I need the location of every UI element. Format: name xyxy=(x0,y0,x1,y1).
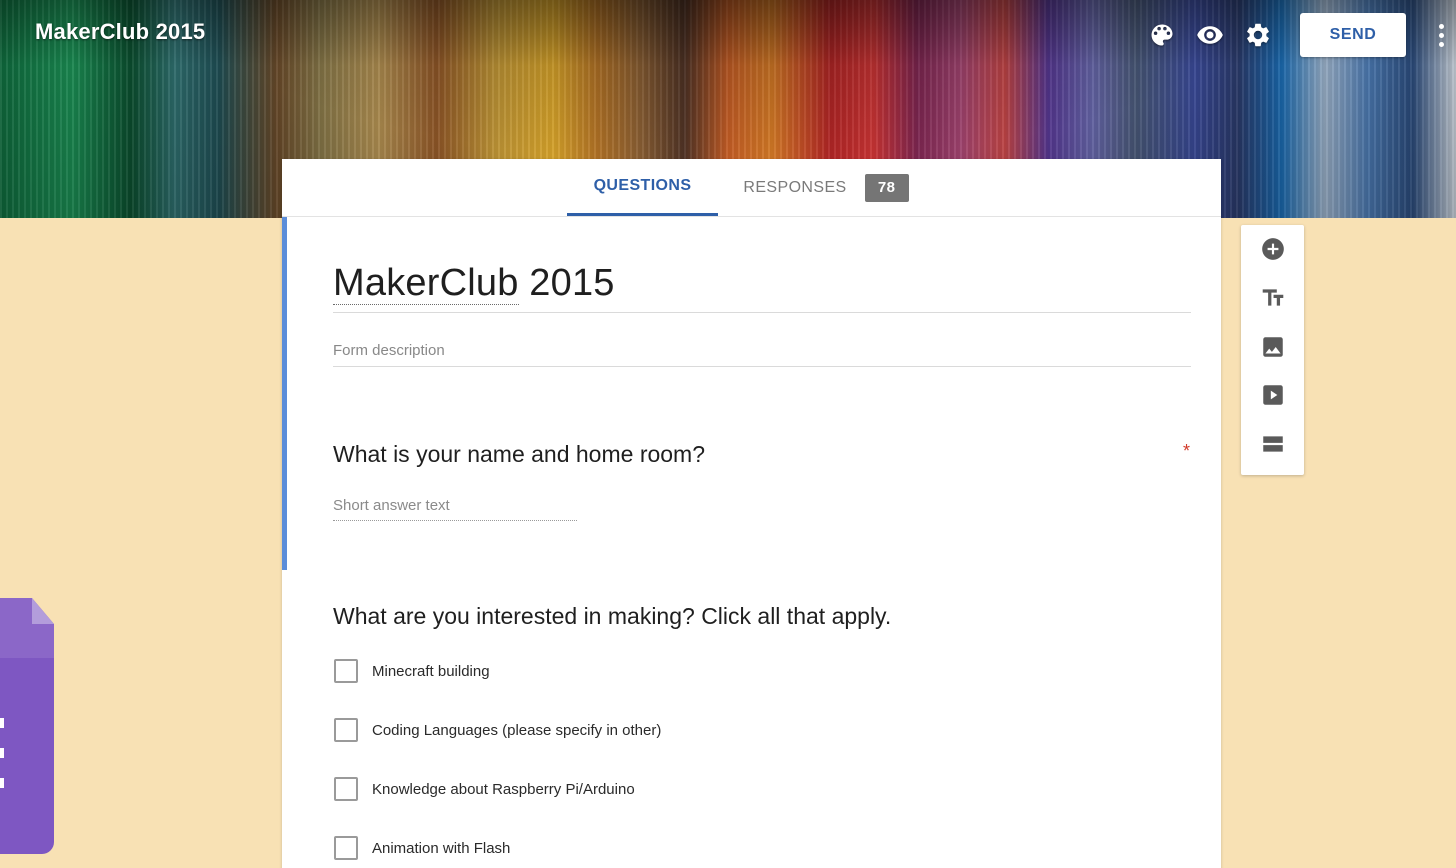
tab-responses[interactable]: RESPONSES 78 xyxy=(736,159,916,216)
app-title: MakerClub 2015 xyxy=(35,19,206,44)
checkbox[interactable] xyxy=(334,659,358,683)
add-image-icon[interactable] xyxy=(1241,325,1304,369)
short-answer-field[interactable]: Short answer text xyxy=(333,497,577,521)
required-indicator: * xyxy=(1183,441,1191,461)
checkbox[interactable] xyxy=(334,836,358,860)
forms-editor: MakerClub 2015 SEND QUESTIONS RESPONSES … xyxy=(0,0,1456,868)
active-section-indicator xyxy=(282,217,287,570)
form-card: QUESTIONS RESPONSES 78 MakerClub 2015 Fo… xyxy=(282,159,1221,868)
add-section-icon[interactable] xyxy=(1241,422,1304,466)
tab-questions[interactable]: QUESTIONS xyxy=(567,159,718,216)
option-label: Minecraft building xyxy=(372,662,490,680)
google-forms-logo-icon xyxy=(0,598,54,854)
checkbox-option[interactable]: Minecraft building xyxy=(334,658,490,684)
option-label: Knowledge about Raspberry Pi/Arduino xyxy=(372,780,635,798)
checkbox-option[interactable]: Coding Languages (please specify in othe… xyxy=(334,717,661,743)
option-label: Animation with Flash xyxy=(372,839,511,857)
checkbox-option[interactable]: Animation with Flash xyxy=(334,835,510,861)
more-vert-icon[interactable] xyxy=(1426,15,1456,55)
add-question-icon[interactable] xyxy=(1241,227,1304,271)
tab-bar: QUESTIONS RESPONSES 78 xyxy=(282,159,1221,217)
question-2-title[interactable]: What are you interested in making? Click… xyxy=(333,603,891,630)
more-dot xyxy=(1438,32,1444,38)
add-video-icon[interactable] xyxy=(1241,373,1304,417)
option-label: Coding Languages (please specify in othe… xyxy=(372,721,662,739)
responses-count-badge: 78 xyxy=(864,173,909,202)
form-title[interactable]: MakerClub 2015 xyxy=(333,262,615,305)
form-title-word: MakerClub xyxy=(333,262,519,305)
palette-icon[interactable] xyxy=(1142,15,1182,55)
form-title-year: 2015 xyxy=(518,262,615,304)
more-dot xyxy=(1438,23,1444,29)
form-description-field[interactable]: Form description xyxy=(333,342,445,359)
tab-responses-label: RESPONSES xyxy=(743,178,847,196)
settings-gear-icon[interactable] xyxy=(1238,15,1278,55)
checkbox[interactable] xyxy=(334,718,358,742)
checkbox[interactable] xyxy=(334,777,358,801)
preview-eye-icon[interactable] xyxy=(1190,15,1230,55)
send-button[interactable]: SEND xyxy=(1300,13,1406,57)
description-divider xyxy=(333,366,1191,367)
title-divider xyxy=(333,312,1191,313)
top-actions: SEND xyxy=(1134,12,1456,58)
question-1-title[interactable]: What is your name and home room? xyxy=(333,441,705,468)
side-toolbar xyxy=(1241,225,1304,475)
checkbox-option[interactable]: Knowledge about Raspberry Pi/Arduino xyxy=(334,776,635,802)
add-title-icon[interactable] xyxy=(1241,276,1304,320)
more-dot xyxy=(1438,41,1444,47)
